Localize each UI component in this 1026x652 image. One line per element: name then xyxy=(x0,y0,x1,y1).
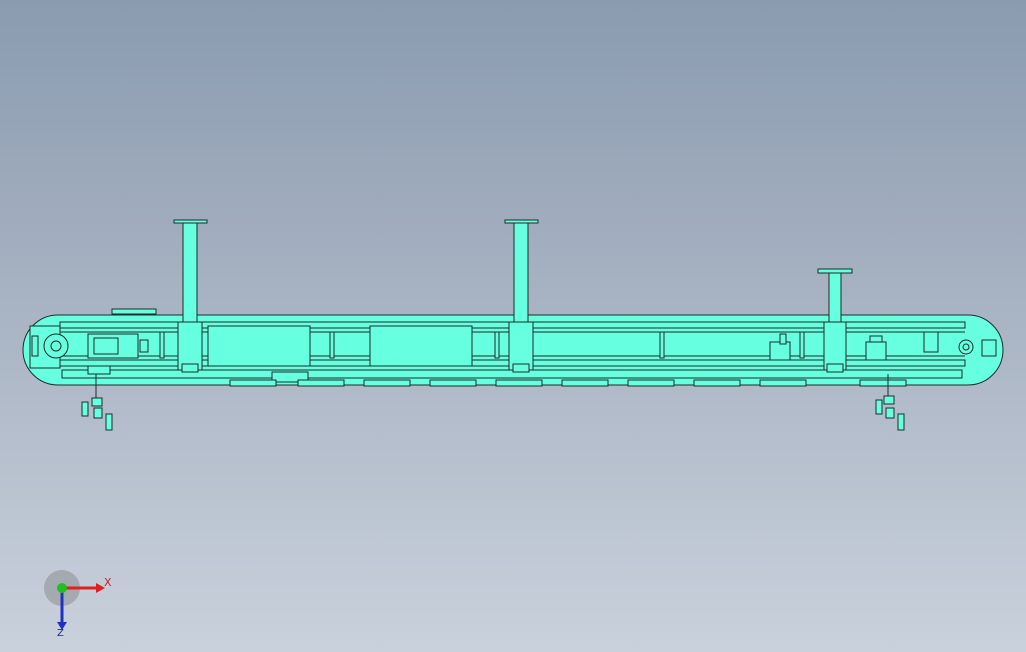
idler-end-housing xyxy=(923,331,939,353)
y-axis-dot xyxy=(57,583,67,593)
column-top-plate xyxy=(504,219,539,224)
z-axis-label: Z xyxy=(57,628,64,639)
coordinate-triad: X Z xyxy=(44,570,112,639)
x-axis-label: X xyxy=(104,576,112,589)
cad-viewport[interactable]: X Z xyxy=(0,0,1026,652)
sensor-block xyxy=(769,341,791,361)
fixture-plate xyxy=(369,325,473,367)
column-top-plate xyxy=(817,268,853,274)
column-top-plate xyxy=(173,219,208,224)
fixture-plate xyxy=(207,325,311,367)
conveyor-model[interactable] xyxy=(0,0,1026,652)
